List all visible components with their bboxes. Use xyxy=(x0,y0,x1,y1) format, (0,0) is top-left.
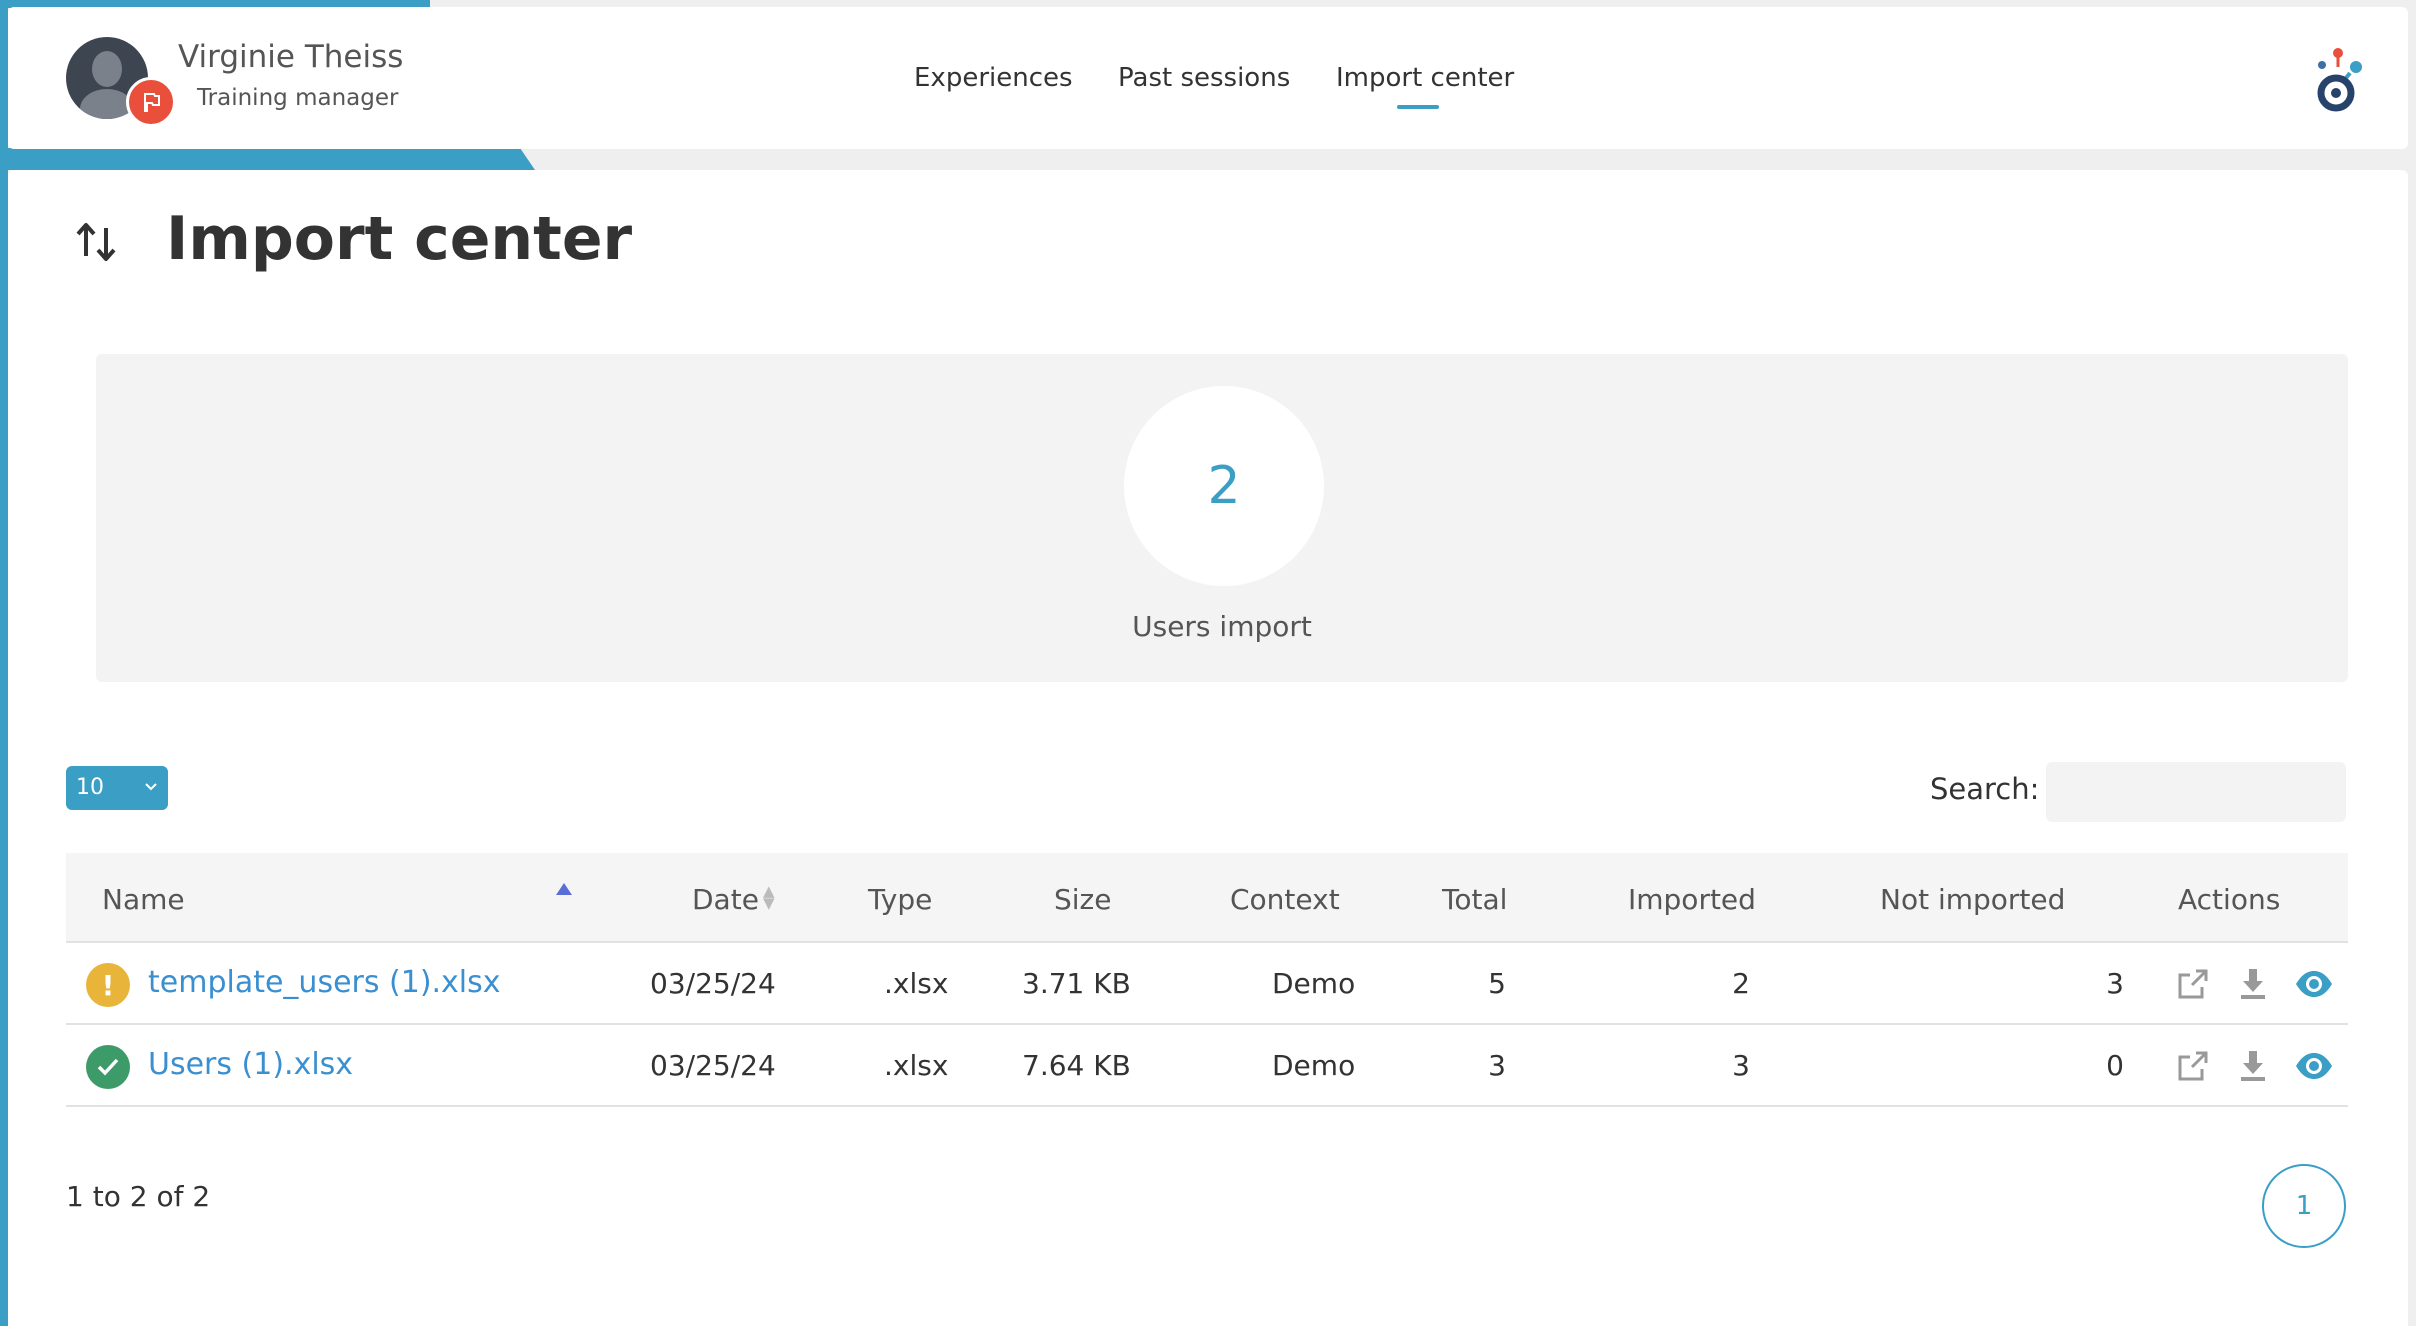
cell-imported: 3 xyxy=(1732,1049,1750,1082)
search-input[interactable] xyxy=(2046,762,2346,822)
cell-date: 03/25/24 xyxy=(650,967,776,1000)
column-type[interactable]: Type xyxy=(868,883,932,916)
cell-not-imported: 0 xyxy=(2106,1049,2124,1082)
active-nav-indicator xyxy=(1397,105,1439,109)
sort-icon[interactable]: ▲ ▼ xyxy=(763,884,775,911)
cell-context: Demo xyxy=(1272,967,1356,1000)
check-icon xyxy=(86,1045,130,1089)
nav-past-sessions[interactable]: Past sessions xyxy=(1118,63,1290,93)
cell-total: 5 xyxy=(1488,967,1506,1000)
user-name: Virginie Theiss xyxy=(178,39,404,75)
flag-icon xyxy=(126,77,176,127)
column-not-imported[interactable]: Not imported xyxy=(1880,883,2065,916)
cell-type: .xlsx xyxy=(884,1049,949,1082)
stats-panel: 2 Users import xyxy=(96,354,2348,682)
top-header: Virginie Theiss Training manager Experie… xyxy=(8,7,2408,149)
download-icon[interactable] xyxy=(2236,1049,2270,1083)
sort-ascending-icon[interactable] xyxy=(556,883,572,895)
page-button-1[interactable]: 1 xyxy=(2262,1164,2346,1248)
nav-import-center[interactable]: Import center xyxy=(1336,63,1514,93)
file-link[interactable]: Users (1).xlsx xyxy=(148,1047,353,1082)
cell-total: 3 xyxy=(1488,1049,1506,1082)
cell-not-imported: 3 xyxy=(2106,967,2124,1000)
table-row: ! template_users (1).xlsx 03/25/24 .xlsx… xyxy=(66,943,2348,1025)
external-link-icon[interactable] xyxy=(2176,967,2210,1001)
exclamation-icon: ! xyxy=(86,963,130,1007)
pagination-info: 1 to 2 of 2 xyxy=(66,1180,211,1213)
cell-size: 3.71 KB xyxy=(1022,967,1131,1000)
users-import-count[interactable]: 2 xyxy=(1124,386,1324,586)
cell-date: 03/25/24 xyxy=(650,1049,776,1082)
page-title: Import center xyxy=(166,204,633,274)
page-size-value: 10 xyxy=(76,775,104,800)
column-context[interactable]: Context xyxy=(1230,883,1340,916)
column-date[interactable]: Date xyxy=(692,883,759,916)
table-header: Name Date ▲ ▼ Type Size Context Total Imp… xyxy=(66,853,2348,943)
search-label: Search: xyxy=(1930,772,2040,806)
file-link[interactable]: template_users (1).xlsx xyxy=(148,965,501,1000)
cell-context: Demo xyxy=(1272,1049,1356,1082)
imports-table: Name Date ▲ ▼ Type Size Context Total Imp… xyxy=(66,853,2348,1107)
cell-size: 7.64 KB xyxy=(1022,1049,1131,1082)
header-accent-bar xyxy=(0,148,535,170)
users-import-label: Users import xyxy=(1132,610,1312,643)
eye-icon[interactable] xyxy=(2294,967,2334,1001)
column-size[interactable]: Size xyxy=(1054,883,1111,916)
column-actions: Actions xyxy=(2178,883,2281,916)
left-accent-bar xyxy=(0,0,8,1326)
import-export-arrows-icon xyxy=(76,223,116,261)
nav-experiences[interactable]: Experiences xyxy=(914,63,1073,93)
column-imported[interactable]: Imported xyxy=(1628,883,1756,916)
external-link-icon[interactable] xyxy=(2176,1049,2210,1083)
eye-icon[interactable] xyxy=(2294,1049,2334,1083)
chevron-down-icon xyxy=(144,774,158,799)
main-panel: Import center 2 Users import 10 Search: … xyxy=(8,170,2408,1326)
cell-type: .xlsx xyxy=(884,967,949,1000)
page-size-select[interactable]: 10 xyxy=(66,766,168,810)
app-logo-icon[interactable] xyxy=(2308,47,2368,115)
download-icon[interactable] xyxy=(2236,967,2270,1001)
table-row: Users (1).xlsx 03/25/24 .xlsx 7.64 KB De… xyxy=(66,1025,2348,1107)
column-name[interactable]: Name xyxy=(102,883,185,916)
user-role: Training manager xyxy=(197,85,399,111)
column-total[interactable]: Total xyxy=(1442,883,1507,916)
cell-imported: 2 xyxy=(1732,967,1750,1000)
